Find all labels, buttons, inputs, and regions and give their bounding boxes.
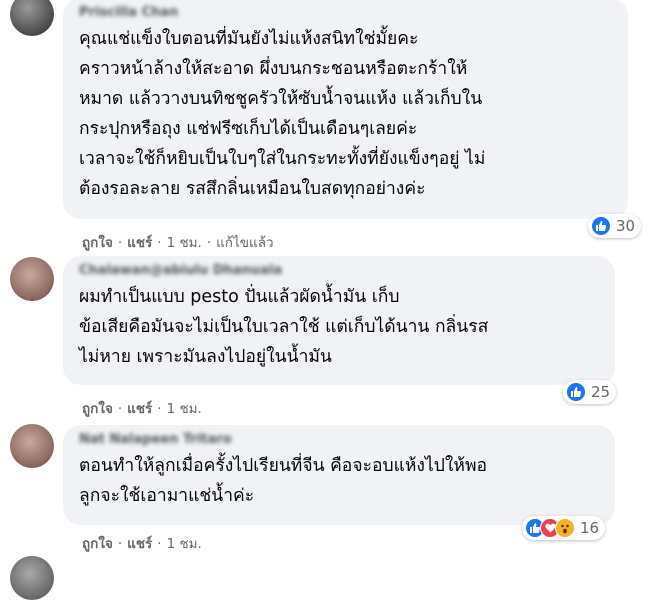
share-link[interactable]: แชร์ [127, 536, 152, 552]
like-link[interactable]: ถูกใจ [82, 235, 113, 251]
author-name[interactable]: Chalawan@abiulu Dhanuala [79, 262, 599, 280]
reaction-count: 30 [616, 217, 636, 235]
separator: · [206, 235, 212, 251]
author-name[interactable]: Priscilla Chan [79, 4, 612, 22]
comment-text: ผมทำเป็นแบบ pesto ปั่นแล้วผัดน้ำมัน เก็บ… [79, 287, 489, 367]
separator: · [117, 401, 123, 417]
comment-actions: ถูกใจ · แชร์ · 1 ชม. [82, 397, 202, 419]
edited-label[interactable]: แก้ไขแล้ว [216, 235, 273, 251]
reaction-count: 25 [591, 383, 611, 401]
separator: · [157, 536, 162, 552]
comment-bubble: Nat Nalapeen Tritaro ตอนทำให้ลูกเมื่อครั… [63, 425, 615, 525]
reaction-summary[interactable]: 30 [588, 214, 642, 238]
comment-bubble: Priscilla Chan คุณแช่แข็งใบตอนที่มันยังไ… [63, 0, 628, 219]
like-icon [591, 216, 611, 236]
like-icon [566, 382, 586, 402]
comment-actions: ถูกใจ · แชร์ · 1 ชม. · แก้ไขแล้ว [82, 231, 274, 253]
share-link[interactable]: แชร์ [127, 235, 152, 251]
separator: · [117, 235, 123, 251]
author-name[interactable]: Nat Nalapeen Tritaro [79, 431, 599, 449]
timestamp[interactable]: 1 ชม. [167, 235, 202, 251]
wow-icon [555, 518, 575, 538]
timestamp[interactable]: 1 ชม. [167, 401, 202, 417]
comment-text: คุณแช่แข็งใบตอนที่มันยังไม่แห้งสนิทใช่มั… [79, 29, 486, 199]
share-link[interactable]: แชร์ [127, 401, 152, 417]
like-link[interactable]: ถูกใจ [82, 401, 113, 417]
separator: · [157, 235, 162, 251]
avatar[interactable] [10, 424, 54, 468]
comment-text: ตอนทำให้ลูกเมื่อครั้งไปเรียนที่จีน คือจะ… [79, 456, 487, 506]
reaction-summary[interactable]: 25 [563, 380, 617, 404]
avatar[interactable] [10, 556, 54, 600]
reaction-summary[interactable]: 16 [522, 516, 606, 540]
comment-bubble: Chalawan@abiulu Dhanuala ผมทำเป็นแบบ pes… [63, 256, 615, 385]
separator: · [117, 536, 123, 552]
like-link[interactable]: ถูกใจ [82, 536, 113, 552]
avatar[interactable] [10, 0, 54, 36]
separator: · [157, 401, 162, 417]
comment-actions: ถูกใจ · แชร์ · 1 ชม. [82, 532, 202, 554]
reaction-count: 16 [580, 519, 600, 537]
avatar[interactable] [10, 257, 54, 301]
timestamp[interactable]: 1 ชม. [167, 536, 202, 552]
